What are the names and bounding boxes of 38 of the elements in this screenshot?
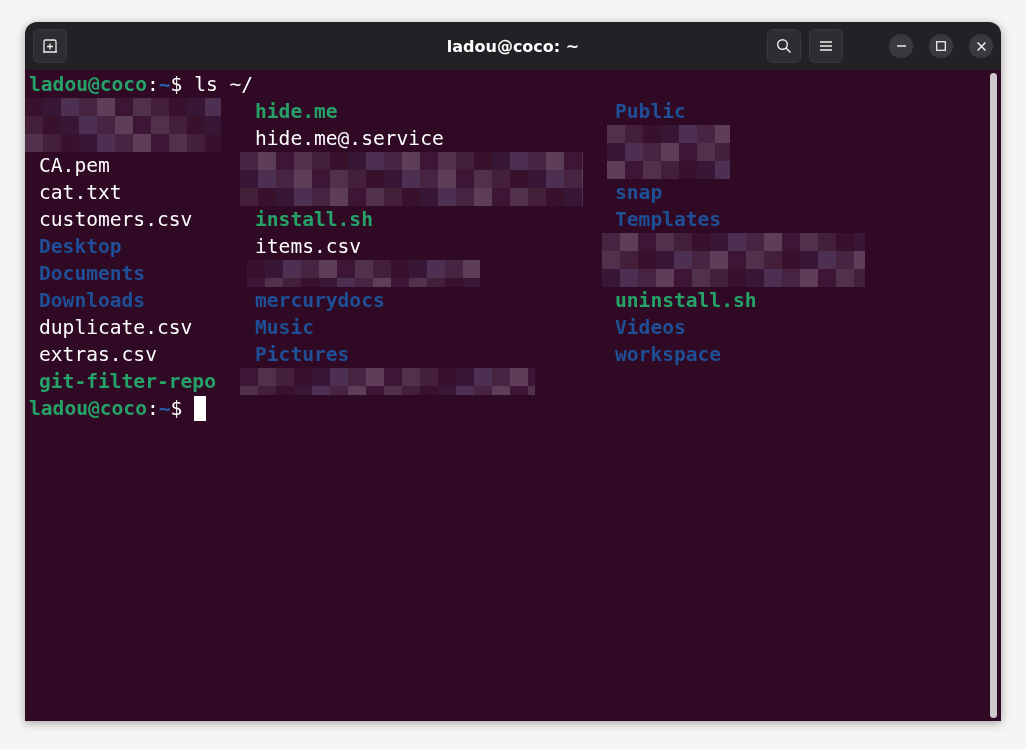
file-name: customers.csv [39,207,193,233]
maximize-button[interactable] [929,34,953,58]
search-icon [776,38,792,54]
directory-name: snap [615,180,663,206]
executable-name: git-filter-repo [39,369,216,395]
minimize-button[interactable] [889,34,913,58]
new-tab-button[interactable] [33,29,67,63]
directory-name: workspace [615,342,722,368]
executable-name: hide.me [255,99,338,125]
menu-button[interactable] [809,29,843,63]
directory-name: Templates [615,207,722,233]
directory-name: Pictures [255,342,350,368]
close-button[interactable] [969,34,993,58]
file-name: hide.me@.service [255,126,444,152]
file-name: duplicate.csv [39,315,193,341]
directory-name: Desktop [39,234,122,260]
file-name: extras.csv [39,342,157,368]
executable-name: install.sh [255,207,373,233]
close-icon [976,41,986,51]
window-title: ladou@coco: ~ [446,36,580,56]
directory-name: Public [615,99,686,125]
menu-icon [820,41,832,51]
prompt-line: ladou@coco:~$ ls ~/ [29,72,254,98]
directory-name: Documents [39,261,146,287]
directory-name: Videos [615,315,686,341]
executable-name: uninstall.sh [615,288,757,314]
directory-name: Music [255,315,314,341]
maximize-icon [936,41,946,51]
file-name: cat.txt [39,180,122,206]
directory-name: mercurydocs [255,288,385,314]
file-name: CA.pem [39,153,110,179]
search-button[interactable] [767,29,801,63]
prompt-line: ladou@coco:~$ [29,396,183,422]
directory-name: Downloads [39,288,146,314]
new-tab-icon [42,38,58,54]
scrollbar[interactable] [990,73,997,718]
minimize-icon [896,45,906,47]
file-name: items.csv [255,234,362,260]
